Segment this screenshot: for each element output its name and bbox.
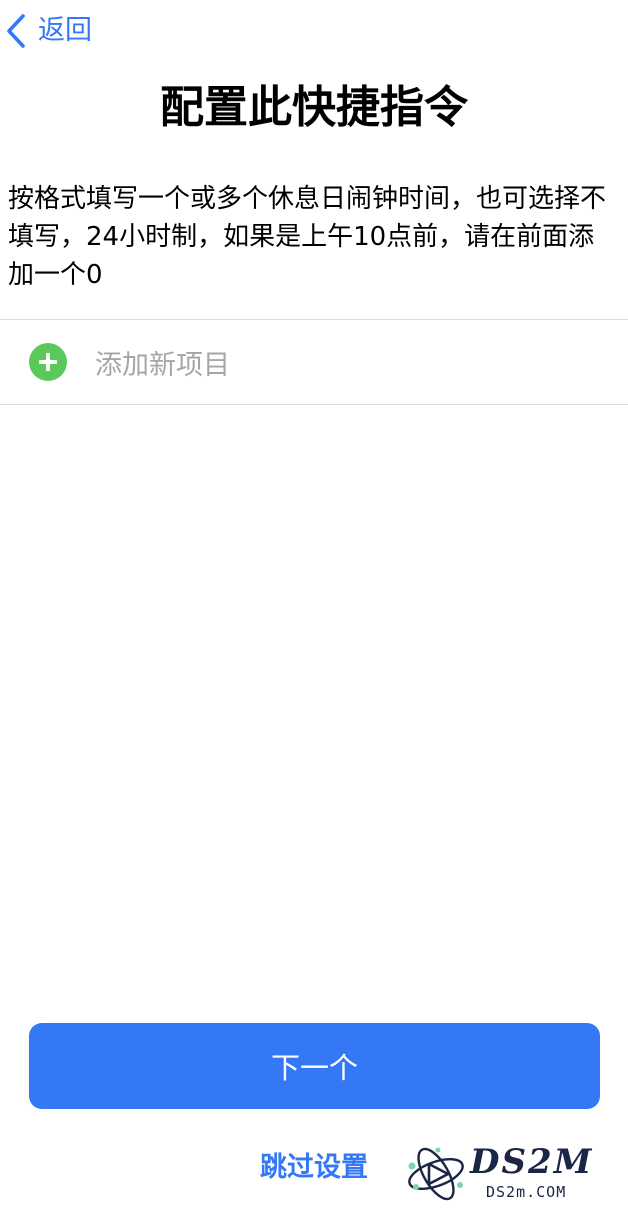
watermark: DS2M DS2m.COM: [404, 1143, 616, 1205]
chevron-left-icon: [7, 14, 25, 48]
divider: [0, 404, 628, 405]
watermark-brand: DS2M: [470, 1142, 594, 1182]
next-button[interactable]: 下一个: [29, 1023, 600, 1109]
page-title: 配置此快捷指令: [160, 82, 468, 133]
watermark-domain: DS2m.COM: [486, 1183, 567, 1201]
back-button-label: 返回: [38, 15, 92, 46]
plus-circle-icon: [29, 343, 67, 381]
atom-logo-icon: [408, 1147, 464, 1201]
shortcut-description: 按格式填写一个或多个休息日闹钟时间，也可选择不填写，24小时制，如果是上午10点…: [8, 184, 607, 290]
add-new-item-label: 添加新项目: [95, 349, 230, 381]
back-button[interactable]: 返回: [6, 10, 92, 52]
add-new-item-button[interactable]: 添加新项目: [0, 320, 628, 404]
